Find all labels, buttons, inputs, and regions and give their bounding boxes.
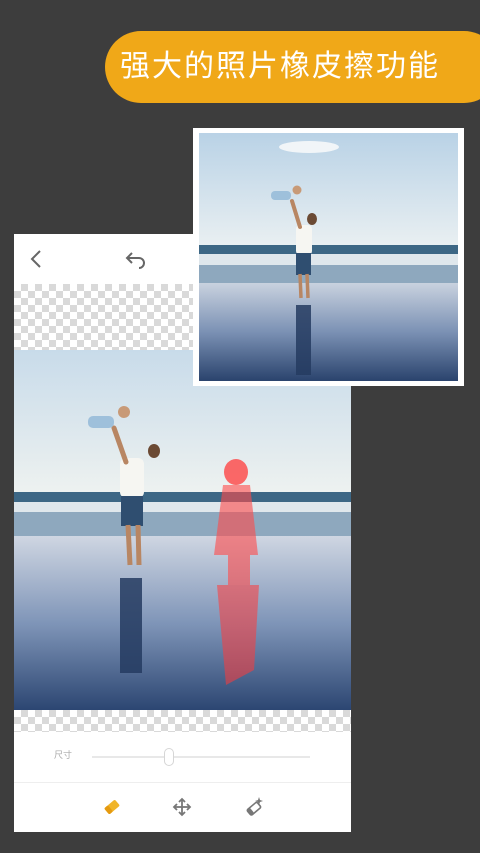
editing-photo[interactable]	[14, 350, 351, 710]
brush-size-row: 尺寸	[14, 732, 351, 782]
result-preview-card	[193, 128, 464, 386]
result-photo	[199, 133, 458, 381]
magic-eraser-icon[interactable]	[242, 795, 266, 819]
back-icon[interactable]	[24, 246, 50, 272]
undo-icon[interactable]	[122, 246, 148, 272]
transparent-area-bottom	[14, 710, 351, 732]
brush-size-thumb[interactable]	[164, 748, 175, 766]
eraser-icon[interactable]	[100, 795, 124, 819]
editor-toolbar	[14, 783, 351, 832]
headline-text: 强大的照片橡皮擦功能	[120, 49, 440, 84]
move-icon[interactable]	[170, 795, 194, 819]
brush-size-label: 尺寸	[54, 751, 73, 761]
brush-size-track[interactable]	[92, 756, 310, 758]
